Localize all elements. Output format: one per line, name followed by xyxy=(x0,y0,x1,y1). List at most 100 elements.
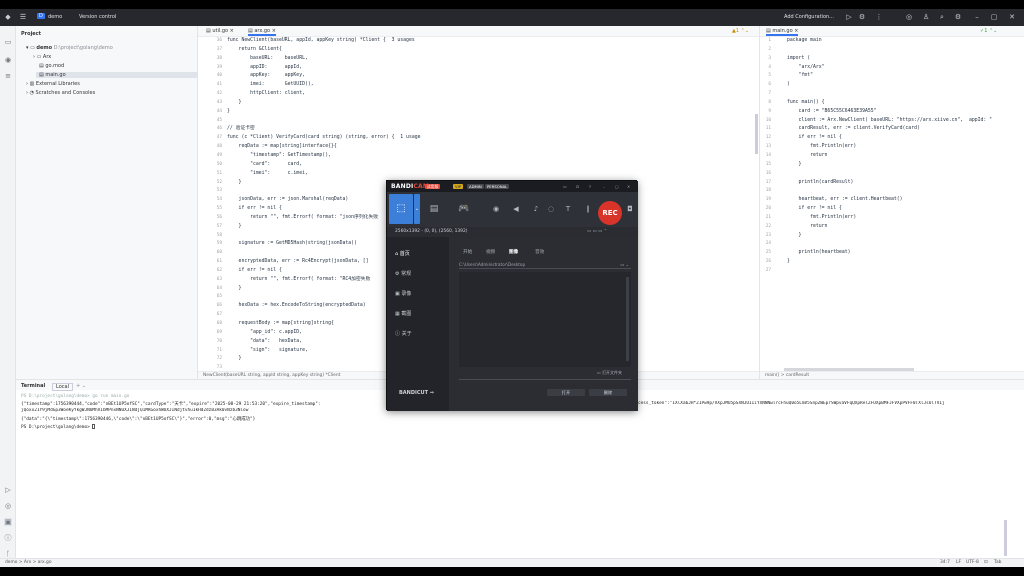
line-number[interactable]: 46 xyxy=(198,125,222,134)
line-number[interactable]: 7 xyxy=(760,90,771,99)
rec-button[interactable]: REC xyxy=(598,201,622,225)
code-line[interactable]: return xyxy=(787,152,992,161)
line-number[interactable]: 44 xyxy=(198,108,222,117)
line-number[interactable]: 50 xyxy=(198,161,222,170)
line-number[interactable]: 52 xyxy=(198,179,222,188)
structure-icon[interactable]: ≡ xyxy=(4,72,12,80)
line-number[interactable]: 65 xyxy=(198,293,222,302)
code-line[interactable]: "fmt" xyxy=(787,72,992,81)
game-record-mode-button[interactable]: 🎮 xyxy=(455,194,473,224)
side-item-about[interactable]: ⓘ 关于 xyxy=(395,330,412,337)
line-number[interactable]: 45 xyxy=(198,117,222,126)
code-line[interactable]: "timestamp": GetTimestamp(), xyxy=(227,152,421,161)
line-number[interactable]: 62 xyxy=(198,267,222,276)
code-line[interactable] xyxy=(787,46,992,55)
lock-icon[interactable]: ⊡ xyxy=(984,560,988,565)
folder-icon[interactable]: ▭ xyxy=(4,38,12,46)
code-line[interactable] xyxy=(227,117,421,126)
code-line[interactable]: httpClient: client, xyxy=(227,90,421,99)
tree-item-arx[interactable]: › ▭ Arx xyxy=(33,54,51,60)
line-number[interactable]: 14 xyxy=(760,152,771,161)
line-number[interactable]: 11 xyxy=(760,125,771,134)
line-number[interactable]: 5 xyxy=(760,72,771,81)
line-number[interactable]: 1 xyxy=(760,37,771,46)
account-icon[interactable]: ♙ xyxy=(922,13,930,21)
line-number[interactable]: 19 xyxy=(760,196,771,205)
line-number[interactable]: 68 xyxy=(198,320,222,329)
tab-util-go[interactable]: ▤ util.go × xyxy=(206,28,234,34)
line-number[interactable]: 36 xyxy=(198,37,222,46)
line-number[interactable]: 67 xyxy=(198,311,222,320)
terminal-title[interactable]: Terminal xyxy=(21,383,45,389)
line-number[interactable]: 53 xyxy=(198,187,222,196)
line-number[interactable]: 15 xyxy=(760,161,771,170)
line-number[interactable]: 57 xyxy=(198,223,222,232)
line-number[interactable]: 43 xyxy=(198,99,222,108)
delete-button[interactable]: 删除 xyxy=(589,389,627,396)
services-icon[interactable]: ◎ xyxy=(4,502,12,510)
side-item-general[interactable]: ⚙ 常规 xyxy=(395,270,411,277)
more-icon[interactable]: ⋮ xyxy=(875,13,883,21)
tree-item-external-libraries[interactable]: › ▥ External Libraries xyxy=(26,81,80,87)
line-number[interactable]: 39 xyxy=(198,64,222,73)
code-line[interactable] xyxy=(787,267,992,276)
line-number[interactable]: 4 xyxy=(760,64,771,73)
line-number[interactable]: 58 xyxy=(198,232,222,241)
terminal-scrollbar[interactable] xyxy=(1004,520,1007,556)
line-number[interactable]: 18 xyxy=(760,187,771,196)
line-number[interactable]: 71 xyxy=(198,347,222,356)
line-number[interactable]: 56 xyxy=(198,214,222,223)
line-number[interactable]: 40 xyxy=(198,72,222,81)
tree-item-main-go[interactable]: ▤ main.go xyxy=(36,72,210,78)
screen-mode-dropdown[interactable]: ⌄ xyxy=(414,194,420,224)
code-line[interactable]: client := Arx.NewClient( baseURL: "https… xyxy=(787,117,993,126)
trial-badge[interactable]: 试用版 xyxy=(425,184,441,189)
speaker-icon[interactable]: ◀ xyxy=(507,194,525,224)
project-panel-title[interactable]: Project xyxy=(21,31,41,37)
code-line[interactable]: fmt.Println(err) xyxy=(787,143,992,152)
code-line[interactable]: fmt.Println(err) xyxy=(787,214,992,223)
code-line[interactable]: func main() { xyxy=(787,99,992,108)
line-number[interactable]: 49 xyxy=(198,152,222,161)
tab-video[interactable]: 视频 xyxy=(486,249,495,255)
run-config-selector[interactable]: Add Configuration... xyxy=(784,14,834,20)
maximize-icon[interactable]: ▢ xyxy=(990,13,998,21)
output-path[interactable]: C:\Users\Administrator\Desktop ▭ ⌄ xyxy=(459,261,631,269)
code-line[interactable]: "card": card, xyxy=(227,161,421,170)
tab-arx-go[interactable]: ▤ arx.go × xyxy=(248,28,276,36)
code-line[interactable]: reqData := map[string]interface{}{ xyxy=(227,143,421,152)
line-separator[interactable]: LF xyxy=(956,560,961,565)
code-line[interactable]: "arx/Arx" xyxy=(787,64,992,73)
warnings-indicator[interactable]: ▲1 ⌃⌄ xyxy=(732,28,749,34)
tab-main-go[interactable]: ▤ main.go × xyxy=(766,28,799,36)
tree-root[interactable]: ▾ ▭ demo D:\project\golang\demo xyxy=(26,45,113,51)
line-number[interactable]: 55 xyxy=(198,205,222,214)
text-overlay-icon[interactable]: T xyxy=(559,194,577,224)
maximize-icon[interactable]: ▢ xyxy=(613,184,621,189)
line-number[interactable]: 47 xyxy=(198,134,222,143)
code-line[interactable] xyxy=(787,187,992,196)
line-number[interactable]: 42 xyxy=(198,90,222,99)
line-number[interactable]: 48 xyxy=(198,143,222,152)
screen-record-mode-button[interactable]: ⬚ xyxy=(389,194,413,224)
line-number[interactable]: 66 xyxy=(198,302,222,311)
close-icon[interactable]: ✕ xyxy=(625,184,632,189)
screenshot-icon[interactable]: ◘ xyxy=(623,194,637,224)
code-line[interactable]: } xyxy=(787,232,992,241)
code-line[interactable] xyxy=(787,240,992,249)
close-icon[interactable]: ✕ xyxy=(1008,13,1016,21)
help-icon[interactable]: ? xyxy=(587,184,593,189)
tab-image[interactable]: 图像 xyxy=(509,249,518,255)
indent-setting[interactable]: Tab xyxy=(994,560,1001,565)
line-number[interactable]: 59 xyxy=(198,240,222,249)
line-number[interactable]: 69 xyxy=(198,329,222,338)
main-menu-icon[interactable]: ☰ xyxy=(19,13,27,21)
code-line[interactable]: } xyxy=(787,258,992,267)
line-number[interactable]: 51 xyxy=(198,170,222,179)
line-number[interactable]: 20 xyxy=(760,205,771,214)
ai-icon[interactable]: ◎ xyxy=(905,13,913,21)
tree-item-go-mod[interactable]: ▤ go.mod xyxy=(39,63,64,69)
folder-icon[interactable]: ▭ xyxy=(561,184,569,189)
code-line[interactable] xyxy=(787,170,992,179)
editor2-breadcrumb[interactable]: main() > cardResult xyxy=(760,371,1024,379)
